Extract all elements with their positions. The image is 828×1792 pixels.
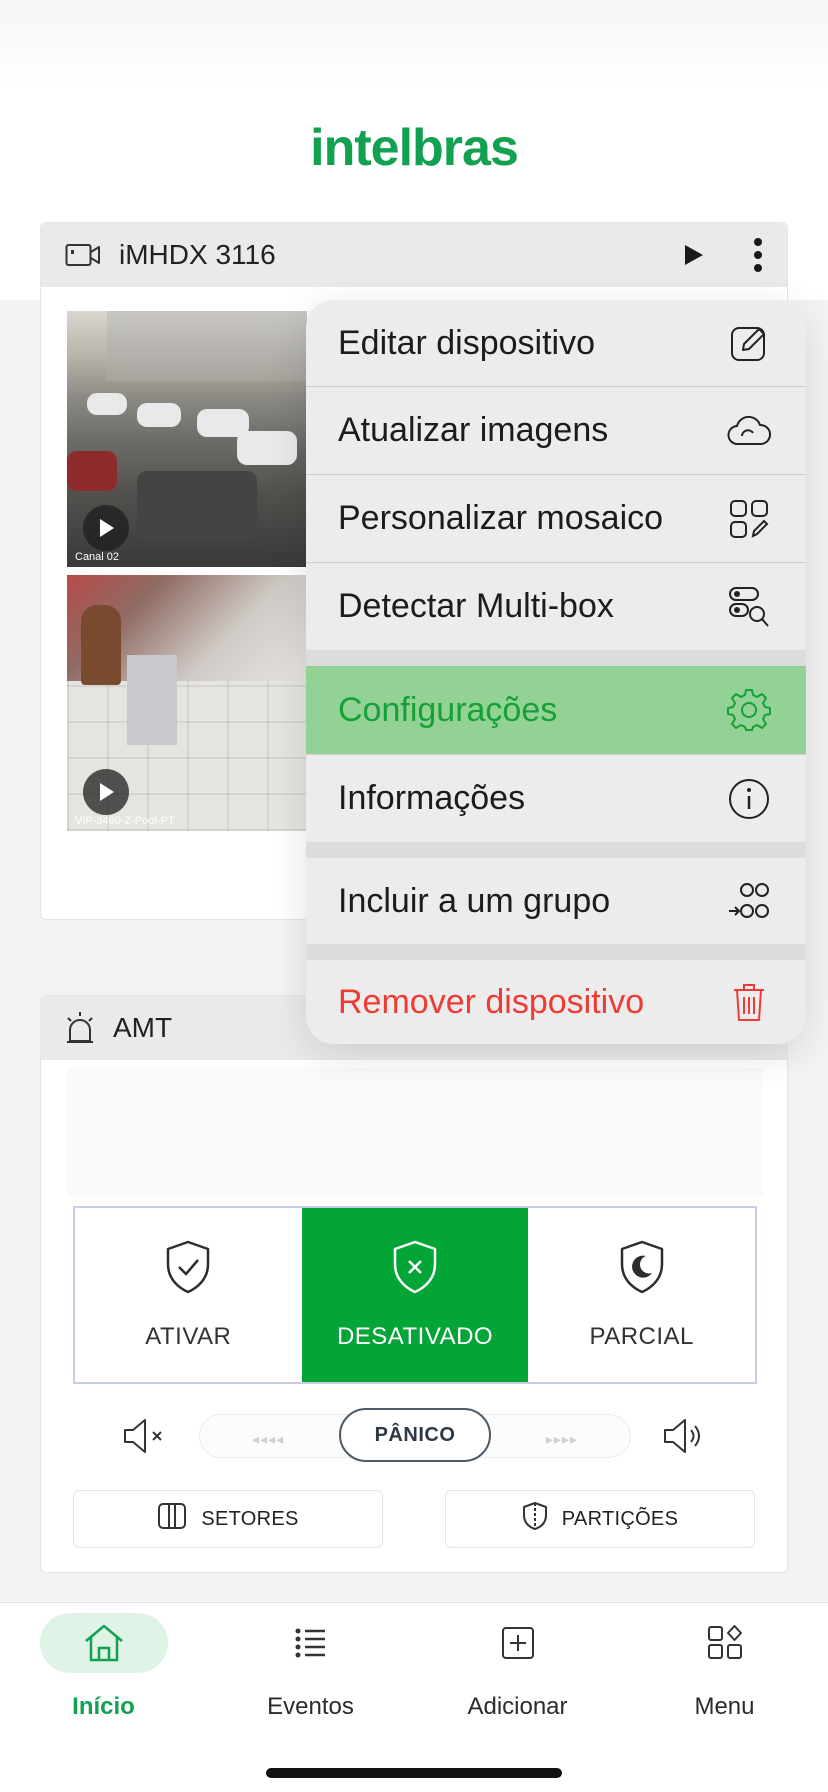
nav-events[interactable]: Eventos	[207, 1613, 414, 1721]
thumbnail-caption: Canal 02	[75, 551, 120, 563]
shield-check-icon	[165, 1240, 211, 1301]
device-context-menu: Editar dispositivo Atualizar imagens Per…	[306, 300, 806, 1044]
info-icon	[726, 776, 772, 822]
home-icon	[39, 1613, 168, 1673]
menu-item-label: Editar dispositivo	[338, 323, 596, 362]
shield-moon-icon	[619, 1240, 665, 1301]
add-square-icon	[454, 1613, 582, 1673]
menu-item-label: Configurações	[338, 690, 558, 729]
thumbnail-building	[107, 311, 307, 381]
disarmed-button-label: DESATIVADO	[336, 1322, 494, 1350]
list-icon	[247, 1613, 375, 1673]
alarm-siren-icon	[65, 1011, 95, 1045]
more-options-icon[interactable]	[753, 238, 763, 272]
gear-icon	[726, 687, 772, 733]
menu-item-information[interactable]: Informações	[306, 755, 806, 842]
arm-button-label: ATIVAR	[145, 1322, 232, 1350]
sectors-button[interactable]: SETORES	[73, 1490, 383, 1548]
menu-item-customize-mosaic[interactable]: Personalizar mosaico	[306, 475, 806, 562]
thumbnail-play-button[interactable]	[83, 769, 129, 815]
menu-item-label: Incluir a um grupo	[338, 881, 611, 920]
group-add-icon	[726, 878, 772, 924]
disarmed-button[interactable]: DESATIVADO	[301, 1208, 529, 1382]
thumbnail-car	[87, 393, 127, 415]
arm-button[interactable]: ATIVAR	[75, 1208, 302, 1382]
slide-left-arrows: ◂◂◂◂	[252, 1431, 285, 1447]
nav-home-label: Início	[72, 1693, 135, 1720]
camera-thumbnail-1[interactable]: Canal 02	[67, 311, 307, 567]
amt-device-card: AMT ATIVAR DESATIVADO PARCIAL ◂◂◂◂ ▸▸▸▸ …	[40, 995, 788, 1573]
menu-item-edit-device[interactable]: Editar dispositivo	[306, 300, 806, 386]
shield-x-icon	[392, 1240, 438, 1301]
menu-item-label: Remover dispositivo	[338, 982, 645, 1021]
nav-home[interactable]: Início	[0, 1613, 207, 1721]
nav-events-label: Eventos	[267, 1693, 354, 1720]
mute-speaker-icon[interactable]	[121, 1416, 169, 1461]
slide-right-arrows: ▸▸▸▸	[545, 1431, 578, 1447]
thumbnail-person	[81, 605, 121, 685]
trash-icon	[726, 979, 772, 1025]
menu-section-gap	[306, 842, 806, 858]
mosaic-icon	[726, 496, 772, 542]
thumbnail-car	[67, 451, 117, 491]
bottom-navigation: Início Eventos Adicionar Menu	[0, 1602, 828, 1792]
panic-button[interactable]: PÂNICO	[339, 1408, 491, 1462]
partitions-label: PARTIÇÕES	[561, 1507, 679, 1530]
arm-mode-selector: ATIVAR DESATIVADO PARCIAL	[73, 1206, 757, 1384]
speaker-icon[interactable]	[661, 1416, 709, 1461]
menu-item-detect-multibox[interactable]: Detectar Multi-box	[306, 563, 806, 650]
sectors-icon	[157, 1502, 187, 1536]
detect-search-icon	[726, 584, 772, 630]
play-icon[interactable]	[683, 243, 705, 267]
partial-button-label: PARCIAL	[589, 1322, 694, 1350]
camera-thumbnail-2[interactable]: VIP-3460-Z-Pool-PT	[67, 575, 307, 831]
sectors-label: SETORES	[201, 1507, 299, 1530]
menu-item-settings[interactable]: Configurações	[306, 666, 806, 754]
menu-item-label: Informações	[338, 779, 526, 817]
menu-item-label: Detectar Multi-box	[338, 587, 614, 625]
menu-section-gap	[306, 650, 806, 666]
thumbnail-play-button[interactable]	[83, 505, 129, 551]
grid-menu-icon	[661, 1613, 789, 1673]
menu-item-label: Personalizar mosaico	[338, 499, 664, 537]
menu-section-gap	[306, 944, 806, 960]
thumbnail-printer	[127, 655, 177, 745]
thumbnail-car	[137, 403, 181, 427]
cloud-refresh-icon	[726, 408, 772, 454]
nav-add[interactable]: Adicionar	[414, 1613, 621, 1721]
nav-menu[interactable]: Menu	[621, 1613, 828, 1721]
nav-add-label: Adicionar	[467, 1693, 568, 1720]
camera-card-header: iMHDX 3116	[41, 223, 787, 287]
panic-row: ◂◂◂◂ ▸▸▸▸ PÂNICO	[41, 1408, 789, 1468]
camera-device-title: iMHDX 3116	[119, 239, 276, 270]
partial-button[interactable]: PARCIAL	[528, 1208, 755, 1382]
menu-item-label: Atualizar imagens	[338, 411, 609, 449]
menu-item-add-to-group[interactable]: Incluir a um grupo	[306, 858, 806, 944]
intelbras-logo: intelbras	[310, 119, 519, 177]
shield-half-icon	[522, 1501, 548, 1537]
amt-status-area	[67, 1068, 763, 1196]
partitions-button[interactable]: PARTIÇÕES	[445, 1490, 755, 1548]
nav-menu-label: Menu	[694, 1693, 755, 1720]
edit-icon	[726, 320, 772, 366]
home-indicator[interactable]	[266, 1768, 562, 1778]
menu-item-remove-device[interactable]: Remover dispositivo	[306, 960, 806, 1044]
amt-device-title: AMT	[113, 1012, 173, 1043]
menu-item-refresh-images[interactable]: Atualizar imagens	[306, 387, 806, 474]
camera-icon	[65, 242, 101, 268]
thumbnail-car	[237, 431, 297, 465]
thumbnail-car	[137, 471, 257, 541]
thumbnail-caption: VIP-3460-Z-Pool-PT	[75, 815, 175, 827]
